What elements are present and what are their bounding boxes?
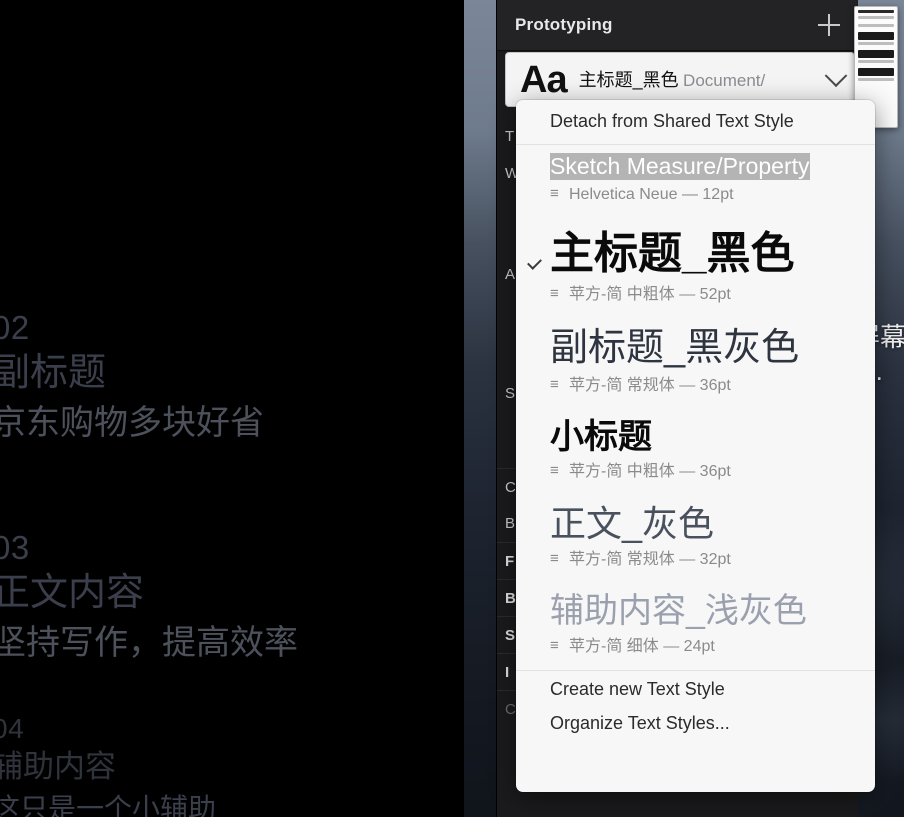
style-meta: ≡ 苹方-简 常规体 — 32pt	[550, 548, 859, 571]
menu-item-text-style[interactable]: 正文_灰色 ≡ 苹方-简 常规体 — 32pt	[516, 491, 875, 579]
menu-item-text-style[interactable]: 小标题 ≡ 苹方-简 中粗体 — 36pt	[516, 405, 875, 491]
inspector-row-label: I	[505, 663, 510, 681]
style-preview: 小标题	[550, 417, 652, 456]
screen-root: 02 副标题 京东购物多块好省 03 正文内容 坚持写作，提高效率 04 辅助内…	[0, 0, 904, 817]
style-meta-text: 苹方-简 中粗体 — 52pt	[569, 286, 731, 304]
block-title: 辅助内容	[0, 749, 116, 784]
chevron-down-icon[interactable]	[824, 63, 848, 87]
align-icon: ≡	[550, 636, 559, 654]
block-subtitle: 这只是一个小辅助	[0, 793, 217, 817]
thumb-line	[858, 78, 894, 81]
text-style-dropdown-menu: Detach from Shared Text Style Sketch Mea…	[516, 100, 875, 792]
align-icon: ≡	[550, 185, 559, 203]
thumb-line	[858, 32, 894, 40]
block-subtitle: 坚持写作，提高效率	[0, 624, 298, 662]
inspector-row-label: A	[505, 266, 516, 283]
style-meta-text: 苹方-简 常规体 — 32pt	[569, 551, 731, 569]
inspector-row-label: T	[505, 128, 515, 145]
menu-item-label: Detach from Shared Text Style	[550, 110, 794, 131]
style-preview: 副标题_黑灰色	[550, 327, 800, 370]
inspector-row-label: S	[505, 385, 516, 402]
inspector-row-label: F	[505, 552, 515, 570]
thumb-line	[858, 50, 894, 58]
thumb-line	[858, 10, 894, 13]
canvas-block-02: 02 副标题 京东购物多块好省	[0, 308, 264, 448]
block-number: 02	[0, 309, 30, 346]
text-style-labels: 主标题_黑色 Document/	[579, 68, 822, 92]
align-icon: ≡	[550, 461, 559, 479]
checkmark-icon	[527, 255, 542, 270]
style-preview: 主标题_黑色	[550, 229, 795, 279]
style-meta: ≡ 苹方-简 常规体 — 36pt	[550, 374, 859, 397]
canvas-block-03: 03 正文内容 坚持写作，提高效率	[0, 528, 298, 668]
menu-item-detach[interactable]: Detach from Shared Text Style	[516, 100, 875, 142]
style-meta-text: 苹方-简 常规体 — 36pt	[569, 376, 731, 394]
thumb-line	[858, 16, 894, 19]
inspector-row-label: B	[505, 589, 516, 607]
inspector-row-label: B	[505, 515, 516, 532]
menu-item-create-style[interactable]: Create new Text Style	[516, 673, 875, 707]
menu-item-label: Organize Text Styles...	[550, 713, 730, 734]
menu-item-text-style[interactable]: 副标题_黑灰色 ≡ 苹方-简 常规体 — 36pt	[516, 314, 875, 405]
style-meta-text: Helvetica Neue — 12pt	[569, 186, 734, 204]
style-meta: ≡ 苹方-简 中粗体 — 36pt	[550, 460, 859, 483]
plus-icon[interactable]	[818, 14, 840, 36]
align-icon: ≡	[550, 285, 559, 303]
block-number: 03	[0, 529, 30, 566]
inspector-row-label: C	[505, 478, 516, 496]
style-meta-text: 苹方-简 中粗体 — 36pt	[569, 462, 731, 480]
menu-item-label: Create new Text Style	[550, 679, 725, 700]
style-preview: 正文_灰色	[550, 502, 715, 544]
align-icon: ≡	[550, 550, 559, 568]
block-subtitle: 京东购物多块好省	[0, 404, 264, 442]
aa-icon: Aa	[520, 58, 568, 101]
style-preview: 辅助内容_浅灰色	[550, 592, 807, 631]
canvas-block-04: 04 辅助内容 这只是一个小辅助	[0, 712, 216, 817]
artboard-canvas: 02 副标题 京东购物多块好省 03 正文内容 坚持写作，提高效率 04 辅助内…	[0, 0, 464, 817]
style-meta: ≡ Helvetica Neue — 12pt	[550, 183, 859, 206]
thumb-line	[858, 60, 894, 63]
style-meta: ≡ 苹方-简 细体 — 24pt	[550, 635, 859, 658]
menu-divider	[516, 669, 875, 671]
menu-item-organize-styles[interactable]: Organize Text Styles...	[516, 707, 875, 741]
text-style-selector[interactable]: Aa 主标题_黑色 Document/	[505, 52, 855, 107]
thumb-line	[858, 24, 894, 27]
menu-divider	[516, 144, 875, 145]
inspector-row-label: C	[505, 700, 516, 718]
selected-style-name: 主标题_黑色	[578, 69, 679, 90]
inspector-row-label: S	[505, 626, 516, 644]
block-title: 正文内容	[0, 572, 145, 614]
panel-title: Prototyping	[515, 15, 613, 34]
thumb-line	[858, 42, 894, 45]
style-preview: Sketch Measure/Property	[550, 153, 810, 181]
block-number: 04	[0, 713, 25, 744]
thumb-line	[858, 68, 894, 76]
menu-item-text-style[interactable]: 辅助内容_浅灰色 ≡ 苹方-简 细体 — 24pt	[516, 579, 875, 667]
style-meta: ≡ 苹方-简 中粗体 — 52pt	[550, 283, 859, 306]
style-meta-text: 苹方-简 细体 — 24pt	[569, 637, 715, 655]
menu-item-text-style[interactable]: 主标题_黑色 ≡ 苹方-简 中粗体 — 52pt	[516, 214, 875, 314]
selected-style-path: Document/	[683, 70, 766, 90]
align-icon: ≡	[550, 375, 559, 393]
inspector-header: Prototyping	[497, 0, 858, 51]
menu-item-text-style[interactable]: Sketch Measure/Property ≡ Helvetica Neue …	[516, 147, 875, 214]
block-title: 副标题	[0, 352, 107, 394]
